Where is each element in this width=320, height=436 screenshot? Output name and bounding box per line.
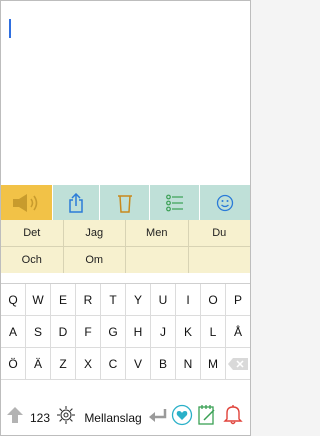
space-key[interactable]: Mellanslag bbox=[80, 400, 146, 435]
key[interactable]: Z bbox=[51, 348, 76, 379]
toolbar bbox=[1, 185, 250, 220]
suggestion-word[interactable]: Du bbox=[189, 220, 251, 246]
key[interactable]: Ö bbox=[1, 348, 26, 379]
key[interactable]: R bbox=[76, 284, 101, 315]
backspace-icon bbox=[227, 357, 249, 371]
speaker-icon bbox=[12, 193, 42, 212]
smiley-icon bbox=[216, 194, 234, 212]
key[interactable]: W bbox=[26, 284, 51, 315]
key[interactable]: B bbox=[151, 348, 176, 379]
list-icon bbox=[165, 194, 184, 212]
backspace-key[interactable] bbox=[226, 348, 250, 379]
text-input-area[interactable] bbox=[1, 1, 250, 185]
keyboard-row-1: Q W E R T Y U I O P bbox=[1, 284, 250, 316]
gear-icon bbox=[56, 405, 76, 430]
settings-key[interactable] bbox=[52, 400, 80, 435]
text-caret bbox=[9, 19, 11, 38]
key[interactable]: A bbox=[1, 316, 26, 347]
heart-icon bbox=[171, 404, 193, 431]
key[interactable]: M bbox=[201, 348, 226, 379]
notes-key[interactable] bbox=[194, 400, 220, 435]
suggestion-empty[interactable] bbox=[189, 247, 251, 273]
key[interactable]: O bbox=[201, 284, 226, 315]
key[interactable]: K bbox=[176, 316, 201, 347]
notepad-icon bbox=[197, 404, 217, 431]
key[interactable]: X bbox=[76, 348, 101, 379]
favorites-key[interactable] bbox=[170, 400, 194, 435]
word-suggestions: Det Jag Men Du Och Om bbox=[1, 220, 250, 273]
return-arrow-icon bbox=[148, 407, 168, 428]
key[interactable]: V bbox=[126, 348, 151, 379]
key[interactable]: J bbox=[151, 316, 176, 347]
key[interactable]: H bbox=[126, 316, 151, 347]
suggestion-row: Och Om bbox=[1, 247, 250, 273]
trash-icon bbox=[117, 193, 133, 213]
key[interactable]: C bbox=[101, 348, 126, 379]
keyboard-row-2: A S D F G H J K L Å bbox=[1, 316, 250, 348]
app-window: Det Jag Men Du Och Om Q W E R T Y U I O … bbox=[0, 0, 251, 436]
return-key[interactable] bbox=[146, 400, 170, 435]
key[interactable]: G bbox=[101, 316, 126, 347]
key[interactable]: P bbox=[226, 284, 250, 315]
speak-button[interactable] bbox=[1, 185, 53, 220]
suggestion-word[interactable]: Och bbox=[1, 247, 64, 273]
suggestion-word[interactable]: Det bbox=[1, 220, 64, 246]
suggestion-word[interactable]: Om bbox=[64, 247, 126, 273]
key[interactable]: N bbox=[176, 348, 201, 379]
key[interactable]: L bbox=[201, 316, 226, 347]
suggestion-word[interactable]: Men bbox=[126, 220, 189, 246]
share-icon bbox=[68, 192, 84, 213]
key[interactable]: D bbox=[51, 316, 76, 347]
key[interactable]: Q bbox=[1, 284, 26, 315]
list-button[interactable] bbox=[150, 185, 200, 220]
numbers-key[interactable]: 123 bbox=[28, 400, 52, 435]
keyboard-row-3: Ö Ä Z X C V B N M bbox=[1, 348, 250, 380]
delete-button[interactable] bbox=[100, 185, 150, 220]
key[interactable]: U bbox=[151, 284, 176, 315]
keyboard-bottom-row: 123 Mellanslag bbox=[1, 400, 250, 435]
alarm-key[interactable] bbox=[220, 400, 246, 435]
shift-key[interactable] bbox=[1, 400, 28, 435]
key[interactable]: Y bbox=[126, 284, 151, 315]
shift-arrow-icon bbox=[6, 406, 24, 429]
key[interactable]: T bbox=[101, 284, 126, 315]
share-button[interactable] bbox=[53, 185, 100, 220]
suggestion-row: Det Jag Men Du bbox=[1, 220, 250, 247]
suggestion-word[interactable]: Jag bbox=[64, 220, 126, 246]
suggestion-empty[interactable] bbox=[126, 247, 189, 273]
key[interactable]: Ä bbox=[26, 348, 51, 379]
emoji-button[interactable] bbox=[200, 185, 250, 220]
key[interactable]: S bbox=[26, 316, 51, 347]
key[interactable]: I bbox=[176, 284, 201, 315]
bell-icon bbox=[223, 404, 243, 431]
key[interactable]: E bbox=[51, 284, 76, 315]
key[interactable]: F bbox=[76, 316, 101, 347]
key[interactable]: Å bbox=[226, 316, 250, 347]
